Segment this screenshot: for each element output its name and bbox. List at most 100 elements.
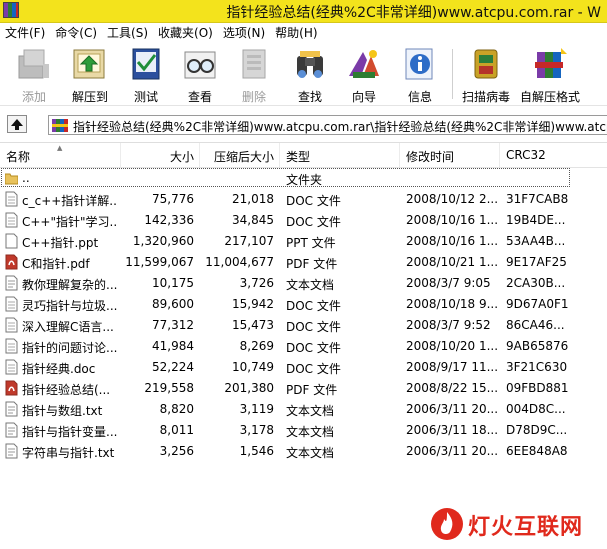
file-row[interactable]: 指针经验总结(... 219,558 201,380 PDF 文件 2008/8/22 … bbox=[0, 378, 607, 399]
column-modified[interactable]: 修改时间 bbox=[406, 148, 454, 165]
column-divider[interactable] bbox=[199, 143, 200, 167]
file-type: DOC 文件 bbox=[286, 215, 341, 229]
file-row[interactable]: 教你理解复杂的... 10,175 3,726 文本文档 2008/3/7 9:05 2C… bbox=[0, 273, 607, 294]
file-crc32: 53AA4B... bbox=[506, 234, 566, 248]
column-name[interactable]: 名称 bbox=[6, 148, 30, 165]
menu-favorites[interactable]: 收藏夹(O) bbox=[153, 24, 218, 41]
menu-bar: 文件(F) 命令(C) 工具(S) 收藏夹(O) 选项(N) 帮助(H) bbox=[0, 23, 607, 42]
file-name: 字符串与指针.txt bbox=[22, 446, 115, 460]
menu-options[interactable]: 选项(N) bbox=[218, 24, 270, 41]
column-crc32[interactable]: CRC32 bbox=[506, 148, 546, 162]
file-crc32: 6EE848A8 bbox=[506, 444, 568, 458]
extract-to-label: 解压到 bbox=[71, 90, 108, 104]
file-name: 指针经验总结(... bbox=[22, 383, 111, 397]
txt-file-icon bbox=[5, 422, 18, 438]
file-modified: 2008/10/16 1... bbox=[406, 213, 498, 227]
file-crc32: 9E17AF25 bbox=[506, 255, 567, 269]
file-row[interactable]: 指针与数组.txt 8,820 3,119 文本文档 2006/3/11 20... 00… bbox=[0, 399, 607, 420]
file-packed-size: 15,942 bbox=[232, 297, 274, 311]
file-row[interactable]: 指针与指针变量... 8,011 3,178 文本文档 2006/3/11 18... D… bbox=[0, 420, 607, 441]
menu-file[interactable]: 文件(F) bbox=[0, 24, 50, 41]
file-crc32: 09FBD881 bbox=[506, 381, 569, 395]
sort-ascending-icon: ▲ bbox=[57, 144, 63, 152]
column-divider[interactable] bbox=[279, 143, 280, 167]
file-row[interactable]: 指针的问题讨论... 41,984 8,269 DOC 文件 2008/10/20 1.… bbox=[0, 336, 607, 357]
column-divider[interactable] bbox=[499, 143, 500, 167]
file-crc32: 19B4DE... bbox=[506, 213, 566, 227]
file-type: 文本文档 bbox=[286, 404, 335, 418]
wizard-label: 向导 bbox=[351, 90, 376, 104]
scan-virus-label: 扫描病毒 bbox=[461, 90, 510, 104]
test-button[interactable]: 测试 bbox=[122, 46, 170, 104]
file-type: PDF 文件 bbox=[286, 383, 338, 397]
file-packed-size: 34,845 bbox=[232, 213, 274, 227]
file-type: DOC 文件 bbox=[286, 341, 341, 355]
extract-to-button[interactable]: 解压到 bbox=[66, 46, 114, 104]
file-size: 8,820 bbox=[159, 402, 194, 416]
column-type[interactable]: 类型 bbox=[286, 148, 310, 165]
ppt-file-icon bbox=[5, 233, 18, 249]
file-row[interactable]: c_c++指针详解... 75,776 21,018 DOC 文件 2008/10/12… bbox=[0, 189, 607, 210]
file-size: 10,175 bbox=[152, 276, 194, 290]
file-row[interactable]: C和指针.pdf 11,599,067 11,004,677 PDF 文件 2008/1… bbox=[0, 252, 607, 273]
file-row[interactable]: 灵巧指针与垃圾... 89,600 15,942 DOC 文件 2008/10/18 9… bbox=[0, 294, 607, 315]
file-type: DOC 文件 bbox=[286, 299, 341, 313]
info-icon bbox=[405, 48, 433, 80]
file-packed-size: 3,119 bbox=[239, 402, 274, 416]
sfx-button[interactable]: 自解压格式 bbox=[518, 46, 582, 104]
column-divider[interactable] bbox=[120, 143, 121, 167]
menu-help[interactable]: 帮助(H) bbox=[270, 24, 322, 41]
column-size[interactable]: 大小 bbox=[122, 148, 194, 165]
file-packed-size: 11,004,677 bbox=[205, 255, 274, 269]
file-list[interactable]: 名称 ▲ 大小 压缩后大小 类型 修改时间 CRC32 .. 文件夹 c_c++指针… bbox=[0, 143, 607, 549]
file-packed-size: 201,380 bbox=[224, 381, 274, 395]
path-field[interactable]: 指针经验总结(经典%2C非常详细)www.atcpu.com.rar\指针经验总… bbox=[48, 115, 607, 135]
doc-file-icon bbox=[5, 296, 18, 312]
file-packed-size: 217,107 bbox=[224, 234, 274, 248]
file-crc32: 31F7CAB8 bbox=[506, 192, 569, 206]
file-packed-size: 3,178 bbox=[239, 423, 274, 437]
archive-icon bbox=[52, 119, 68, 132]
up-folder-button[interactable] bbox=[7, 115, 27, 133]
file-size: 89,600 bbox=[152, 297, 194, 311]
scan-virus-button[interactable]: 扫描病毒 bbox=[458, 46, 514, 104]
file-modified: 2008/10/12 2... bbox=[406, 192, 498, 206]
file-type: DOC 文件 bbox=[286, 194, 341, 208]
view-button[interactable]: 查看 bbox=[176, 46, 224, 104]
file-name: C和指针.pdf bbox=[22, 257, 90, 271]
file-row[interactable]: 字符串与指针.txt 3,256 1,546 文本文档 2006/3/11 20... 6… bbox=[0, 441, 607, 462]
menu-commands[interactable]: 命令(C) bbox=[50, 24, 102, 41]
file-name: C++"指针"学习... bbox=[22, 215, 118, 229]
file-name: C++指针.ppt bbox=[22, 236, 99, 250]
column-header: 名称 ▲ 大小 压缩后大小 类型 修改时间 CRC32 bbox=[0, 143, 607, 168]
delete-label: 删除 bbox=[241, 90, 266, 104]
file-row[interactable]: C++指针.ppt 1,320,960 217,107 PPT 文件 2008/10/1… bbox=[0, 231, 607, 252]
delete-button[interactable]: 删除 bbox=[230, 46, 278, 104]
add-button[interactable]: 添加 bbox=[10, 46, 58, 104]
doc-file-icon bbox=[5, 317, 18, 333]
wizard-button[interactable]: 向导 bbox=[340, 46, 388, 104]
file-size: 3,256 bbox=[159, 444, 194, 458]
pdf-file-icon bbox=[5, 254, 18, 270]
title-bar: 指针经验总结(经典%2C非常详细)www.atcpu.com.rar - W bbox=[0, 0, 607, 23]
column-divider[interactable] bbox=[399, 143, 400, 167]
file-size: 41,984 bbox=[152, 339, 194, 353]
file-name: 灵巧指针与垃圾... bbox=[22, 299, 118, 313]
menu-tools[interactable]: 工具(S) bbox=[102, 24, 153, 41]
info-button[interactable]: 信息 bbox=[396, 46, 444, 104]
file-row[interactable]: 深入理解C语言... 77,312 15,473 DOC 文件 2008/3/7 9:5… bbox=[0, 315, 607, 336]
toolbar-separator bbox=[452, 49, 453, 99]
sfx-label: 自解压格式 bbox=[519, 90, 580, 104]
file-row[interactable]: 指针经典.doc 52,224 10,749 DOC 文件 2008/9/17 11..… bbox=[0, 357, 607, 378]
column-packed-size[interactable]: 压缩后大小 bbox=[201, 148, 274, 165]
winrar-app-icon[interactable] bbox=[3, 2, 19, 18]
file-modified: 2008/3/7 9:52 bbox=[406, 318, 491, 332]
doc-file-icon bbox=[5, 359, 18, 375]
add-archive-icon bbox=[18, 49, 49, 79]
info-label: 信息 bbox=[407, 90, 432, 104]
parent-folder-row[interactable]: .. 文件夹 bbox=[0, 168, 607, 189]
file-row[interactable]: C++"指针"学习... 142,336 34,845 DOC 文件 2008/10/1… bbox=[0, 210, 607, 231]
find-button[interactable]: 查找 bbox=[286, 46, 334, 104]
test-label: 测试 bbox=[133, 90, 158, 104]
file-name: c_c++指针详解... bbox=[22, 194, 118, 208]
